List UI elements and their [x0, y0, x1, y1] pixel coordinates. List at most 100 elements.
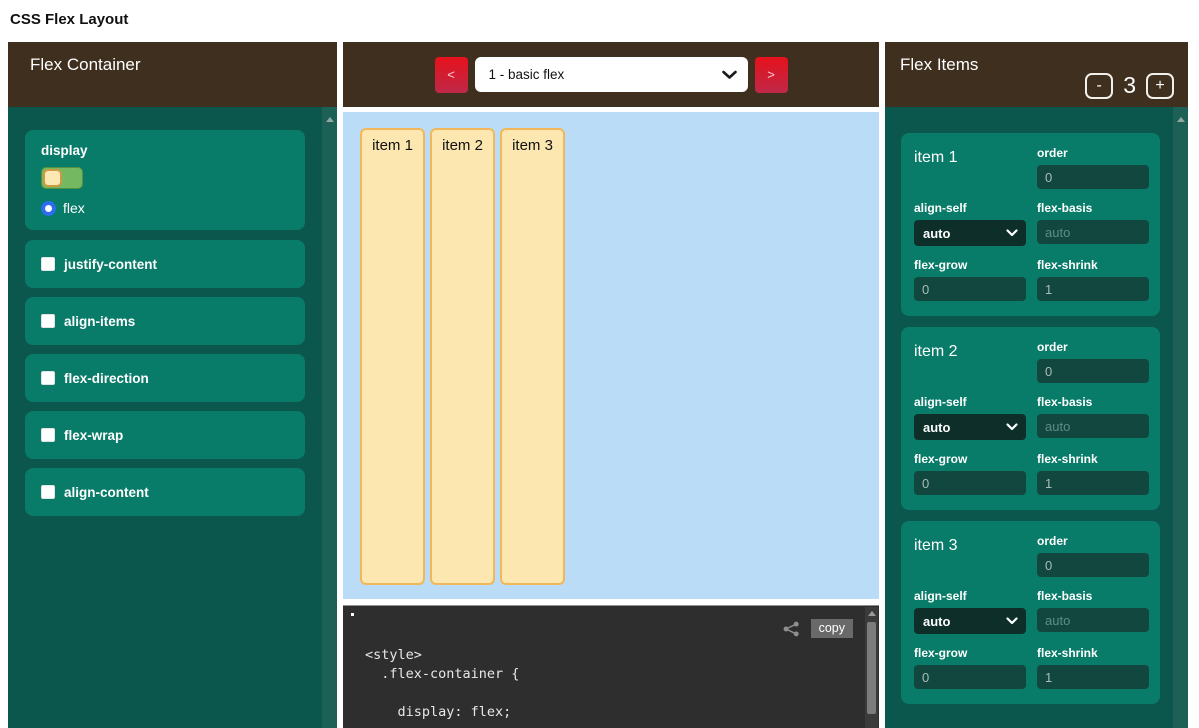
flex-shrink-field: flex-shrink — [1037, 258, 1149, 301]
scroll-up-icon[interactable] — [1177, 117, 1185, 122]
flex-grow-field: flex-grow — [914, 258, 1026, 301]
order-input[interactable] — [1037, 553, 1149, 577]
order-input[interactable] — [1037, 359, 1149, 383]
flex-basis-input[interactable] — [1037, 414, 1149, 438]
flex-shrink-label: flex-shrink — [1037, 452, 1149, 466]
align-self-label: align-self — [914, 201, 1026, 215]
flex-shrink-input[interactable] — [1037, 471, 1149, 495]
radio-checked-icon[interactable] — [41, 201, 56, 216]
align-self-field: align-self auto — [914, 589, 1026, 634]
flex-grow-field: flex-grow — [914, 452, 1026, 495]
align-self-select[interactable]: auto — [914, 414, 1026, 440]
flex-container-header: Flex Container — [8, 42, 337, 107]
item-card-2: item 2 order align-self auto — [901, 327, 1160, 510]
item-counter: - 3 + — [1085, 72, 1174, 99]
preset-select[interactable]: 1 - basic flex — [475, 57, 748, 92]
order-label: order — [1037, 146, 1149, 160]
preset-bar: < 1 - basic flex > — [343, 42, 879, 107]
flex-basis-field: flex-basis — [1037, 395, 1149, 440]
order-label: order — [1037, 534, 1149, 548]
flex-container-title: Flex Container — [30, 55, 141, 74]
right-panel-scrollbar[interactable] — [1173, 107, 1188, 728]
align-self-label: align-self — [914, 395, 1026, 409]
flex-basis-input[interactable] — [1037, 220, 1149, 244]
display-toggle[interactable] — [41, 167, 83, 189]
flex-grow-input[interactable] — [914, 665, 1026, 689]
property-card-align-items[interactable]: align-items — [25, 297, 305, 345]
flex-items-body: item 1 order align-self auto — [885, 107, 1188, 728]
flex-grow-input[interactable] — [914, 277, 1026, 301]
flex-grow-input[interactable] — [914, 471, 1026, 495]
align-self-select[interactable]: auto — [914, 608, 1026, 634]
flex-basis-label: flex-basis — [1037, 201, 1149, 215]
item-heading: item 2 — [914, 340, 1026, 383]
flex-item-3: item 3 — [500, 128, 565, 585]
item-heading: item 3 — [914, 534, 1026, 577]
property-label: align-items — [64, 314, 135, 329]
flex-item-1: item 1 — [360, 128, 425, 585]
flex-items-header: Flex Items - 3 + — [885, 42, 1188, 107]
flex-basis-input[interactable] — [1037, 608, 1149, 632]
flex-shrink-input[interactable] — [1037, 665, 1149, 689]
display-flex-option[interactable]: flex — [41, 200, 289, 216]
order-field: order — [1037, 534, 1149, 577]
property-card-align-content[interactable]: align-content — [25, 468, 305, 516]
property-card-flex-direction[interactable]: flex-direction — [25, 354, 305, 402]
align-self-field: align-self auto — [914, 395, 1026, 440]
scroll-up-icon[interactable] — [868, 611, 876, 616]
main-layout: Flex Container display flex justify-cont… — [0, 42, 1199, 728]
increase-items-button[interactable]: + — [1146, 73, 1174, 99]
order-field: order — [1037, 146, 1149, 189]
checkbox-icon[interactable] — [41, 485, 55, 499]
align-self-select[interactable]: auto — [914, 220, 1026, 246]
toggle-knob-icon — [43, 169, 62, 187]
flex-basis-label: flex-basis — [1037, 395, 1149, 409]
align-self-select-wrap: auto — [914, 608, 1026, 634]
flex-shrink-label: flex-shrink — [1037, 258, 1149, 272]
property-label: flex-direction — [64, 371, 149, 386]
checkbox-icon[interactable] — [41, 371, 55, 385]
align-self-field: align-self auto — [914, 201, 1026, 246]
align-self-select-wrap: auto — [914, 220, 1026, 246]
item-card-1: item 1 order align-self auto — [901, 133, 1160, 316]
align-self-select-wrap: auto — [914, 414, 1026, 440]
property-card-justify-content[interactable]: justify-content — [25, 240, 305, 288]
decrease-items-button[interactable]: - — [1085, 73, 1113, 99]
flex-canvas: item 1 item 2 item 3 — [343, 112, 879, 599]
flex-item-2: item 2 — [430, 128, 495, 585]
flex-items-title: Flex Items — [900, 55, 978, 74]
checkbox-icon[interactable] — [41, 257, 55, 271]
property-card-flex-wrap[interactable]: flex-wrap — [25, 411, 305, 459]
flex-shrink-input[interactable] — [1037, 277, 1149, 301]
display-card: display flex — [25, 130, 305, 230]
scrollbar-thumb[interactable] — [867, 622, 876, 714]
page-title: CSS Flex Layout — [0, 0, 1199, 42]
next-preset-button[interactable]: > — [755, 57, 788, 93]
preview-column: < 1 - basic flex > item 1 item 2 item 3 — [343, 42, 879, 728]
align-self-label: align-self — [914, 589, 1026, 603]
flex-grow-label: flex-grow — [914, 258, 1026, 272]
copy-button[interactable]: copy — [811, 619, 853, 638]
flex-items-panel: Flex Items - 3 + item 1 order align-self — [885, 42, 1188, 728]
scroll-up-icon[interactable] — [326, 117, 334, 122]
prev-preset-button[interactable]: < — [435, 57, 468, 93]
flex-basis-field: flex-basis — [1037, 201, 1149, 246]
checkbox-icon[interactable] — [41, 428, 55, 442]
left-panel-scrollbar[interactable] — [322, 107, 337, 728]
flex-basis-label: flex-basis — [1037, 589, 1149, 603]
share-icon[interactable] — [783, 621, 800, 637]
flex-grow-label: flex-grow — [914, 646, 1026, 660]
flex-container-body: display flex justify-content align-items — [8, 107, 337, 728]
flex-radio-label: flex — [63, 200, 85, 216]
flex-grow-label: flex-grow — [914, 452, 1026, 466]
flex-container-panel: Flex Container display flex justify-cont… — [8, 42, 337, 728]
checkbox-icon[interactable] — [41, 314, 55, 328]
flex-shrink-label: flex-shrink — [1037, 646, 1149, 660]
display-label: display — [41, 143, 289, 158]
item-card-3: item 3 order align-self auto — [901, 521, 1160, 704]
code-panel: copy <style> .flex-container { display: … — [343, 605, 879, 728]
order-input[interactable] — [1037, 165, 1149, 189]
order-field: order — [1037, 340, 1149, 383]
code-scrollbar[interactable] — [865, 607, 878, 728]
flex-shrink-field: flex-shrink — [1037, 452, 1149, 495]
